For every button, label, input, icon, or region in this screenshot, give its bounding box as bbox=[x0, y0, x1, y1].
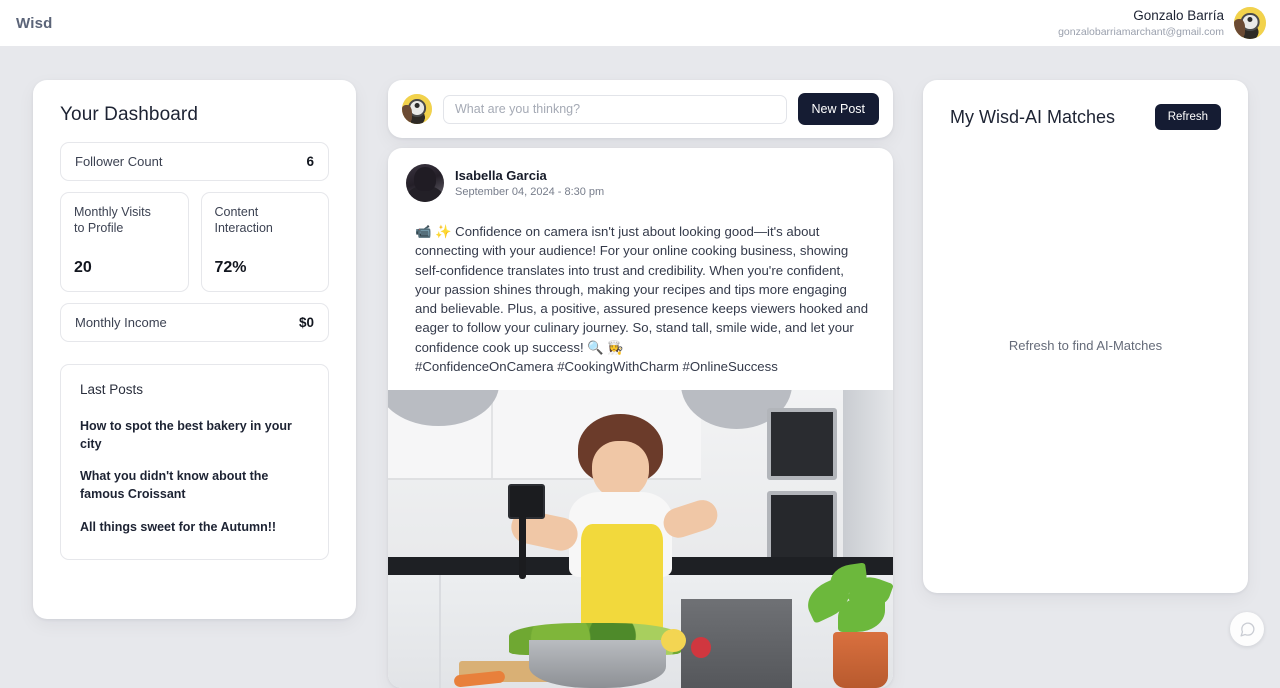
stat-value: 20 bbox=[74, 258, 92, 276]
post-composer: New Post bbox=[388, 80, 893, 138]
refresh-button[interactable]: Refresh bbox=[1154, 104, 1221, 130]
minion-avatar-icon bbox=[402, 94, 432, 124]
stat-monthly-income: Monthly Income $0 bbox=[60, 302, 329, 342]
stats-pair-row: Monthly Visits to Profile 20 Content Int… bbox=[60, 192, 329, 292]
user-menu[interactable]: Gonzalo Barría gonzalobarriamarchant@gma… bbox=[1058, 7, 1266, 39]
user-name: Gonzalo Barría bbox=[1133, 8, 1224, 24]
stat-label-line2: to Profile bbox=[74, 220, 124, 235]
post-author-avatar[interactable] bbox=[406, 164, 444, 202]
stat-label-line1: Content bbox=[214, 205, 259, 219]
last-posts-title: Last Posts bbox=[80, 381, 144, 397]
post-hashtags: #ConfidenceOnCamera #CookingWithCharm #O… bbox=[415, 358, 778, 374]
top-bar: Wisd Gonzalo Barría gonzalobarriamarchan… bbox=[0, 0, 1280, 46]
feed-post: Isabella Garcia September 04, 2024 - 8:3… bbox=[388, 148, 893, 688]
kitchen-photo-illustration bbox=[388, 390, 893, 688]
post-body-text: 📹 ✨ Confidence on camera isn't just abou… bbox=[415, 224, 869, 355]
post-meta: Isabella Garcia September 04, 2024 - 8:3… bbox=[455, 168, 604, 198]
ai-matches-header: My Wisd-AI Matches Refresh bbox=[923, 80, 1248, 130]
minion-avatar-icon bbox=[1234, 7, 1266, 39]
list-item[interactable]: How to spot the best bakery in your city bbox=[80, 418, 309, 454]
post-image[interactable] bbox=[388, 390, 893, 688]
person-avatar-icon bbox=[406, 164, 444, 202]
list-item[interactable]: What you didn't know about the famous Cr… bbox=[80, 468, 309, 504]
post-header: Isabella Garcia September 04, 2024 - 8:3… bbox=[388, 148, 893, 202]
dashboard-panel: Your Dashboard Follower Count 6 Monthly … bbox=[33, 80, 356, 619]
post-author-name[interactable]: Isabella Garcia bbox=[455, 168, 604, 183]
page-body: Your Dashboard Follower Count 6 Monthly … bbox=[0, 46, 1280, 688]
stat-label-line1: Monthly Visits bbox=[74, 205, 151, 219]
chat-bubble-icon bbox=[1239, 621, 1255, 637]
ai-matches-empty-state: Refresh to find AI-Matches bbox=[1008, 338, 1163, 353]
page-title: Your Dashboard bbox=[60, 104, 199, 125]
post-timestamp: September 04, 2024 - 8:30 pm bbox=[455, 186, 605, 198]
post-text: 📹 ✨ Confidence on camera isn't just abou… bbox=[388, 202, 893, 390]
stat-label: Monthly Income bbox=[75, 314, 167, 330]
stat-content-interaction: Content Interaction 72% bbox=[200, 192, 329, 292]
stat-value: 72% bbox=[214, 258, 247, 276]
stat-label: Follower Count bbox=[75, 154, 163, 169]
user-info: Gonzalo Barría gonzalobarriamarchant@gma… bbox=[1058, 8, 1224, 38]
stat-follower-count: Follower Count 6 bbox=[60, 142, 329, 181]
stat-monthly-visits: Monthly Visits to Profile 20 bbox=[60, 192, 189, 292]
stats-group: Follower Count 6 Monthly Visits to Profi… bbox=[33, 126, 356, 342]
list-item[interactable]: All things sweet for the Autumn!! bbox=[80, 519, 309, 537]
user-email: gonzalobarriamarchant@gmail.com bbox=[1058, 25, 1224, 38]
stat-value: $0 bbox=[298, 314, 314, 330]
last-posts-panel: Last Posts How to spot the best bakery i… bbox=[60, 363, 329, 560]
user-avatar[interactable] bbox=[1234, 7, 1266, 39]
new-post-button[interactable]: New Post bbox=[797, 93, 879, 125]
ai-matches-panel: My Wisd-AI Matches Refresh Refresh to fi… bbox=[923, 80, 1248, 593]
new-post-input[interactable] bbox=[443, 94, 787, 124]
stat-value: 6 bbox=[306, 154, 314, 169]
stat-label-line2: Interaction bbox=[214, 220, 273, 235]
ai-matches-title: My Wisd-AI Matches bbox=[950, 106, 1116, 127]
chat-fab-button[interactable] bbox=[1230, 612, 1264, 646]
brand-logo[interactable]: Wisd bbox=[16, 15, 53, 32]
feed-column: New Post Isabella Garcia September 04, 2… bbox=[388, 80, 893, 688]
composer-avatar[interactable] bbox=[402, 94, 432, 124]
